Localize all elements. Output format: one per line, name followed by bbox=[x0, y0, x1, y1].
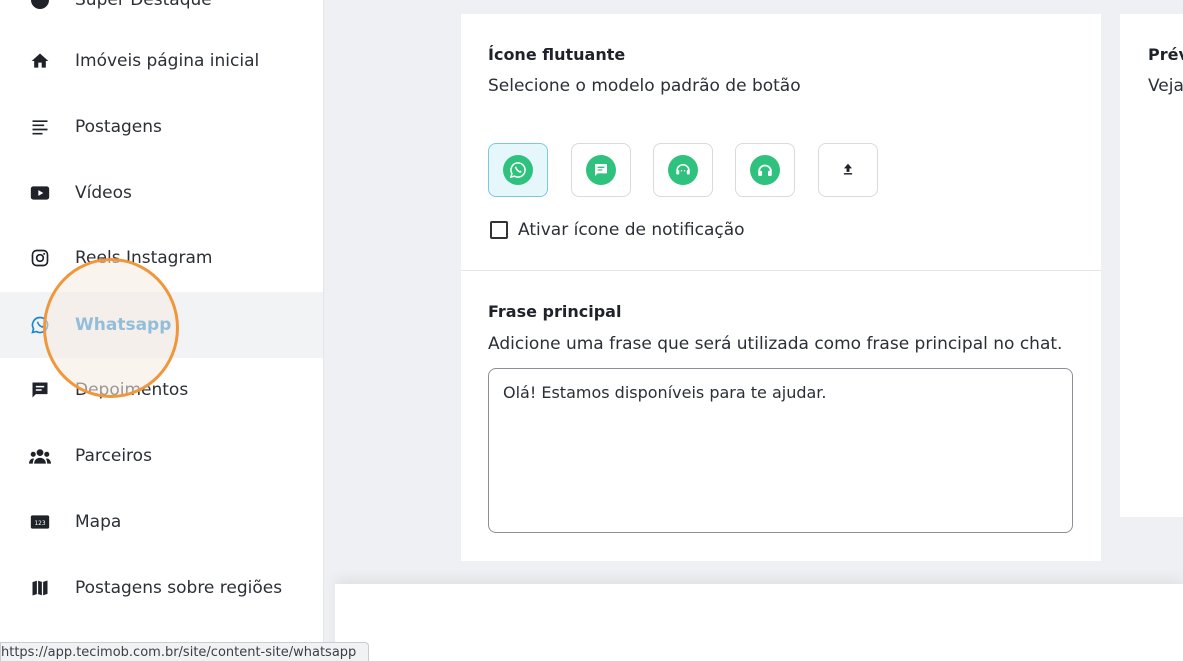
sidebar-item-label: Postagens bbox=[75, 117, 162, 137]
icon-option-chat[interactable] bbox=[571, 143, 631, 197]
preview-subtitle: Veja bbox=[1148, 76, 1183, 96]
sidebar-item-label: Postagens sobre regiões bbox=[75, 578, 283, 598]
headset-icon bbox=[750, 155, 780, 185]
whatsapp-settings-card: Ícone flutuante Selecione o modelo padrã… bbox=[461, 14, 1101, 561]
status-bar-url: https://app.tecimob.com.br/site/content-… bbox=[0, 642, 369, 661]
sidebar-item-label: Super Destaque bbox=[75, 0, 212, 10]
support-agent-icon bbox=[668, 155, 698, 185]
chat-bubble-icon bbox=[586, 155, 616, 185]
sidebar-item-label: Imóveis página inicial bbox=[75, 51, 260, 71]
instagram-icon bbox=[29, 247, 51, 269]
icon-option-upload[interactable] bbox=[818, 143, 878, 197]
main-phrase-textarea[interactable]: Olá! Estamos disponíveis para te ajudar. bbox=[488, 368, 1073, 533]
floating-icon-description: Selecione o modelo padrão de botão bbox=[488, 76, 801, 96]
sidebar-item-postagens[interactable]: Postagens bbox=[0, 94, 323, 160]
upload-icon bbox=[841, 161, 855, 180]
section-divider bbox=[461, 270, 1101, 271]
preview-card: Prév Veja bbox=[1120, 14, 1183, 517]
sidebar-item-postagens-regioes[interactable]: Postagens sobre regiões bbox=[0, 555, 323, 621]
icon-option-support-agent[interactable] bbox=[653, 143, 713, 197]
bottom-panel bbox=[335, 584, 1183, 661]
super-destaque-icon bbox=[29, 0, 51, 11]
sidebar-item-mapa[interactable]: 123 Mapa bbox=[0, 489, 323, 555]
notification-checkbox[interactable] bbox=[490, 221, 508, 239]
sidebar-item-label: Parceiros bbox=[75, 446, 152, 466]
sidebar-item-videos[interactable]: Vídeos bbox=[0, 160, 323, 226]
svg-text:123: 123 bbox=[34, 521, 45, 527]
map-icon bbox=[29, 577, 51, 599]
sidebar-item-label: Whatsapp bbox=[75, 315, 172, 335]
sidebar-item-label: Mapa bbox=[75, 512, 122, 532]
numbers-123-icon: 123 bbox=[29, 511, 51, 533]
sidebar-item-depoimentos[interactable]: Depoimentos bbox=[0, 357, 323, 423]
whatsapp-icon bbox=[503, 155, 533, 185]
sidebar-item-label: Depoimentos bbox=[75, 380, 189, 400]
sidebar-item-label: Reels Instagram bbox=[75, 248, 213, 268]
preview-title: Prév bbox=[1148, 45, 1183, 64]
sidebar-item-whatsapp[interactable]: Whatsapp bbox=[0, 292, 323, 358]
main-phrase-title: Frase principal bbox=[488, 302, 622, 321]
icon-option-whatsapp[interactable] bbox=[488, 143, 548, 197]
notification-checkbox-row[interactable]: Ativar ícone de notificação bbox=[490, 220, 745, 240]
notification-checkbox-label: Ativar ícone de notificação bbox=[518, 220, 745, 240]
whatsapp-icon bbox=[29, 314, 51, 336]
sidebar-item-imoveis[interactable]: Imóveis página inicial bbox=[0, 28, 323, 94]
chat-bubble-icon bbox=[29, 379, 51, 401]
sidebar-item-parceiros[interactable]: Parceiros bbox=[0, 423, 323, 489]
main-phrase-description: Adicione uma frase que será utilizada co… bbox=[488, 334, 1063, 354]
sidebar: Super Destaque Imóveis página inicial Po… bbox=[0, 0, 324, 661]
group-icon bbox=[29, 445, 51, 467]
youtube-icon bbox=[29, 182, 51, 204]
home-icon bbox=[29, 50, 51, 72]
floating-icon-title: Ícone flutuante bbox=[488, 45, 626, 64]
icon-option-headset[interactable] bbox=[735, 143, 795, 197]
sidebar-item-reels[interactable]: Reels Instagram bbox=[0, 225, 323, 291]
article-lines-icon bbox=[29, 116, 51, 138]
sidebar-item-label: Vídeos bbox=[75, 183, 132, 203]
